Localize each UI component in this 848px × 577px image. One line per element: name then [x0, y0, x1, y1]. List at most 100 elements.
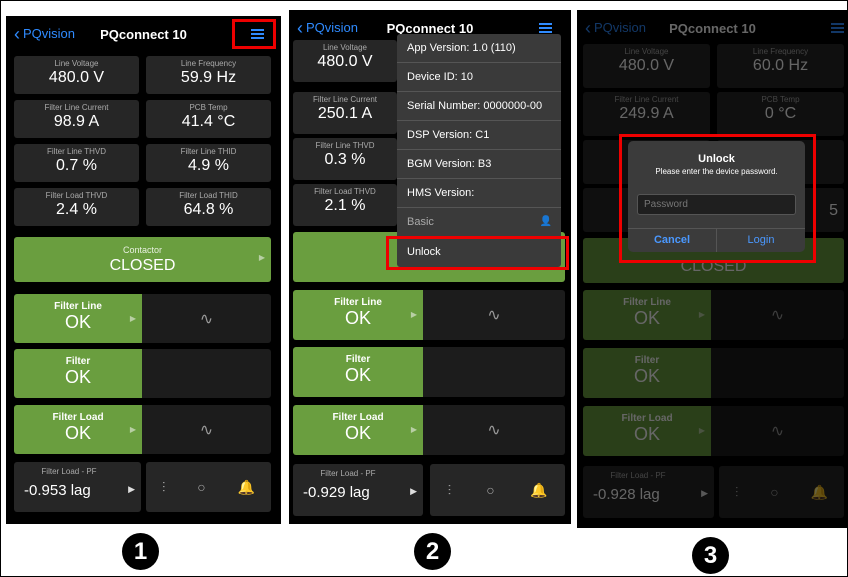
status-row-filter-line[interactable]: Filter Line OK ▶ ∿ — [583, 290, 844, 340]
tile-label: Filter Load THID — [179, 191, 238, 200]
sine-wave-icon: ∿ — [487, 307, 501, 324]
status-cell: Filter Load OK ▶ — [583, 406, 711, 456]
sine-wave-icon: ∿ — [487, 422, 501, 439]
status-cell: Filter Line OK ▶ — [14, 294, 142, 343]
menu-button[interactable] — [823, 18, 848, 38]
play-arrow-icon: ▶ — [698, 426, 705, 435]
step-number-1: 1 — [122, 533, 159, 570]
contactor-label: Contactor — [122, 245, 163, 255]
status-value: OK — [64, 312, 91, 332]
waveform-button[interactable]: ∿ — [711, 406, 844, 456]
waveform-button[interactable]: ∿ — [142, 405, 271, 454]
page-title: PQconnect 10 — [669, 21, 756, 36]
waveform-button[interactable]: ∿ — [142, 294, 271, 343]
tile-filter-line-thvd: Filter Line THVD 0.3 % — [293, 138, 397, 180]
tile-pcb-temp: PCB Temp 41.4 °C — [146, 100, 271, 138]
tile-line-voltage: Line Voltage 480.0 V — [293, 40, 397, 82]
status-row-filter-line[interactable]: Filter Line OK ▶ ∿ — [293, 290, 565, 340]
empty-cell — [423, 347, 565, 397]
power-factor-tile[interactable]: Filter Load - PF -0.929 lag ▶ — [293, 464, 423, 516]
empty-cell — [142, 349, 271, 398]
circle-icon[interactable]: ○ — [197, 479, 205, 495]
sliders-icon[interactable]: ⫶ — [162, 479, 166, 496]
tile-filter-load-thvd: Filter Load THVD 2.4 % — [14, 188, 139, 226]
status-row-filter: Filter OK — [293, 347, 565, 397]
power-factor-tile[interactable]: Filter Load - PF -0.953 lag ▶ — [14, 462, 141, 512]
tile-value: 98.9 A — [53, 113, 100, 130]
highlight-box — [232, 19, 276, 49]
tile-label: Filter Line Current — [614, 95, 679, 104]
empty-cell — [711, 348, 844, 398]
menu-item-app-version: App Version: 1.0 (110) — [397, 34, 561, 63]
sine-wave-icon: ∿ — [770, 423, 785, 440]
status-cell: Filter Load OK ▶ — [293, 405, 423, 455]
status-label: Filter Line — [623, 297, 671, 308]
alarm-bell-icon[interactable]: 🔔 — [530, 482, 547, 499]
status-cell: Filter Line OK ▶ — [293, 290, 423, 340]
screen-3: ‹ PQvision PQconnect 10 Line Voltage 480.0… — [577, 10, 848, 528]
status-value: OK — [633, 424, 660, 444]
play-arrow-icon: ▶ — [129, 314, 136, 323]
play-arrow-icon: ▶ — [701, 488, 708, 498]
pf-label: Filter Load - PF — [320, 469, 376, 478]
waveform-button[interactable]: ∿ — [711, 290, 844, 340]
tile-value: 4.9 % — [188, 157, 229, 174]
sliders-icon[interactable]: ⫶ — [735, 484, 739, 501]
play-arrow-icon: ▶ — [698, 310, 705, 319]
status-row-filter-load[interactable]: Filter Load OK ▶ ∿ — [14, 405, 271, 454]
alarm-bell-icon[interactable]: 🔔 — [238, 479, 255, 496]
tile-label: Line Voltage — [54, 59, 99, 68]
waveform-button[interactable]: ∿ — [423, 405, 565, 455]
play-arrow-icon: ▶ — [410, 310, 417, 319]
menu-item-device-id: Device ID: 10 — [397, 63, 561, 92]
tile-label: Filter Line Current — [44, 103, 109, 112]
status-label: Filter — [634, 355, 660, 366]
status-value: OK — [344, 308, 371, 328]
status-label: Filter — [345, 354, 371, 365]
tile-line-frequency: Line Frequency 59.9 Hz — [146, 56, 271, 94]
status-row-filter-line[interactable]: Filter Line OK ▶ ∿ — [14, 294, 271, 343]
sine-wave-icon: ∿ — [770, 307, 785, 324]
menu-item-serial-number: Serial Number: 0000000-00 — [397, 92, 561, 121]
tile-value: 41.4 °C — [181, 113, 236, 130]
play-arrow-icon: ▶ — [258, 253, 265, 262]
status-label: Filter Line — [334, 297, 382, 308]
contactor-button[interactable]: Contactor CLOSED ▶ — [14, 237, 271, 282]
tile-label: Line Voltage — [322, 43, 368, 52]
tile-label: Filter Load THVD — [314, 187, 376, 196]
sliders-icon[interactable]: ⫶ — [448, 482, 452, 499]
circle-icon[interactable]: ○ — [770, 484, 778, 500]
status-row-filter-load[interactable]: Filter Load OK ▶ ∿ — [583, 406, 844, 456]
status-cell: Filter Line OK ▶ — [583, 290, 711, 340]
tile-filter-line-thvd: Filter Line THVD 0.7 % — [14, 144, 139, 182]
tile-label: Filter Line Current — [312, 95, 378, 104]
tile-label: Line Frequency — [752, 47, 809, 56]
tile-value: 60.0 Hz — [752, 57, 809, 74]
play-arrow-icon: ▶ — [128, 484, 135, 494]
tile-value: 480.0 V — [317, 53, 373, 70]
alarm-bell-icon[interactable]: 🔔 — [811, 484, 828, 501]
tile-value: 0.7 % — [56, 157, 97, 174]
status-label: Filter Load — [332, 412, 384, 423]
tools-bar: ⫶ ○ 🔔 — [719, 466, 844, 518]
waveform-button[interactable]: ∿ — [423, 290, 565, 340]
tile-pcb-temp: PCB Temp 0 °C — [717, 92, 844, 136]
pf-label: Filter Load - PF — [610, 471, 666, 480]
status-value: OK — [344, 365, 371, 385]
tile-value: 0.3 % — [324, 151, 366, 168]
play-arrow-icon: ▶ — [410, 425, 417, 434]
tile-label: PCB Temp — [761, 95, 800, 104]
circle-icon[interactable]: ○ — [486, 482, 494, 498]
tile-value: 2.4 % — [56, 201, 97, 218]
tile-value: 249.9 A — [619, 105, 674, 122]
tile-filter-line-thid: Filter Line THID 4.9 % — [146, 144, 271, 182]
tile-value: 59.9 Hz — [180, 69, 237, 86]
power-factor-tile[interactable]: Filter Load - PF -0.928 lag ▶ — [583, 466, 714, 518]
status-cell: Filter Load OK ▶ — [14, 405, 142, 454]
menu-item-dsp-version: DSP Version: C1 — [397, 121, 561, 150]
tile-value: 480.0 V — [48, 69, 105, 86]
status-label: Filter Load — [52, 412, 104, 423]
tile-filter-line-current: Filter Line Current 98.9 A — [14, 100, 139, 138]
screen-2: ‹ PQvision PQconnect 10 Line Voltage 480.0… — [289, 10, 571, 524]
status-row-filter-load[interactable]: Filter Load OK ▶ ∿ — [293, 405, 565, 455]
